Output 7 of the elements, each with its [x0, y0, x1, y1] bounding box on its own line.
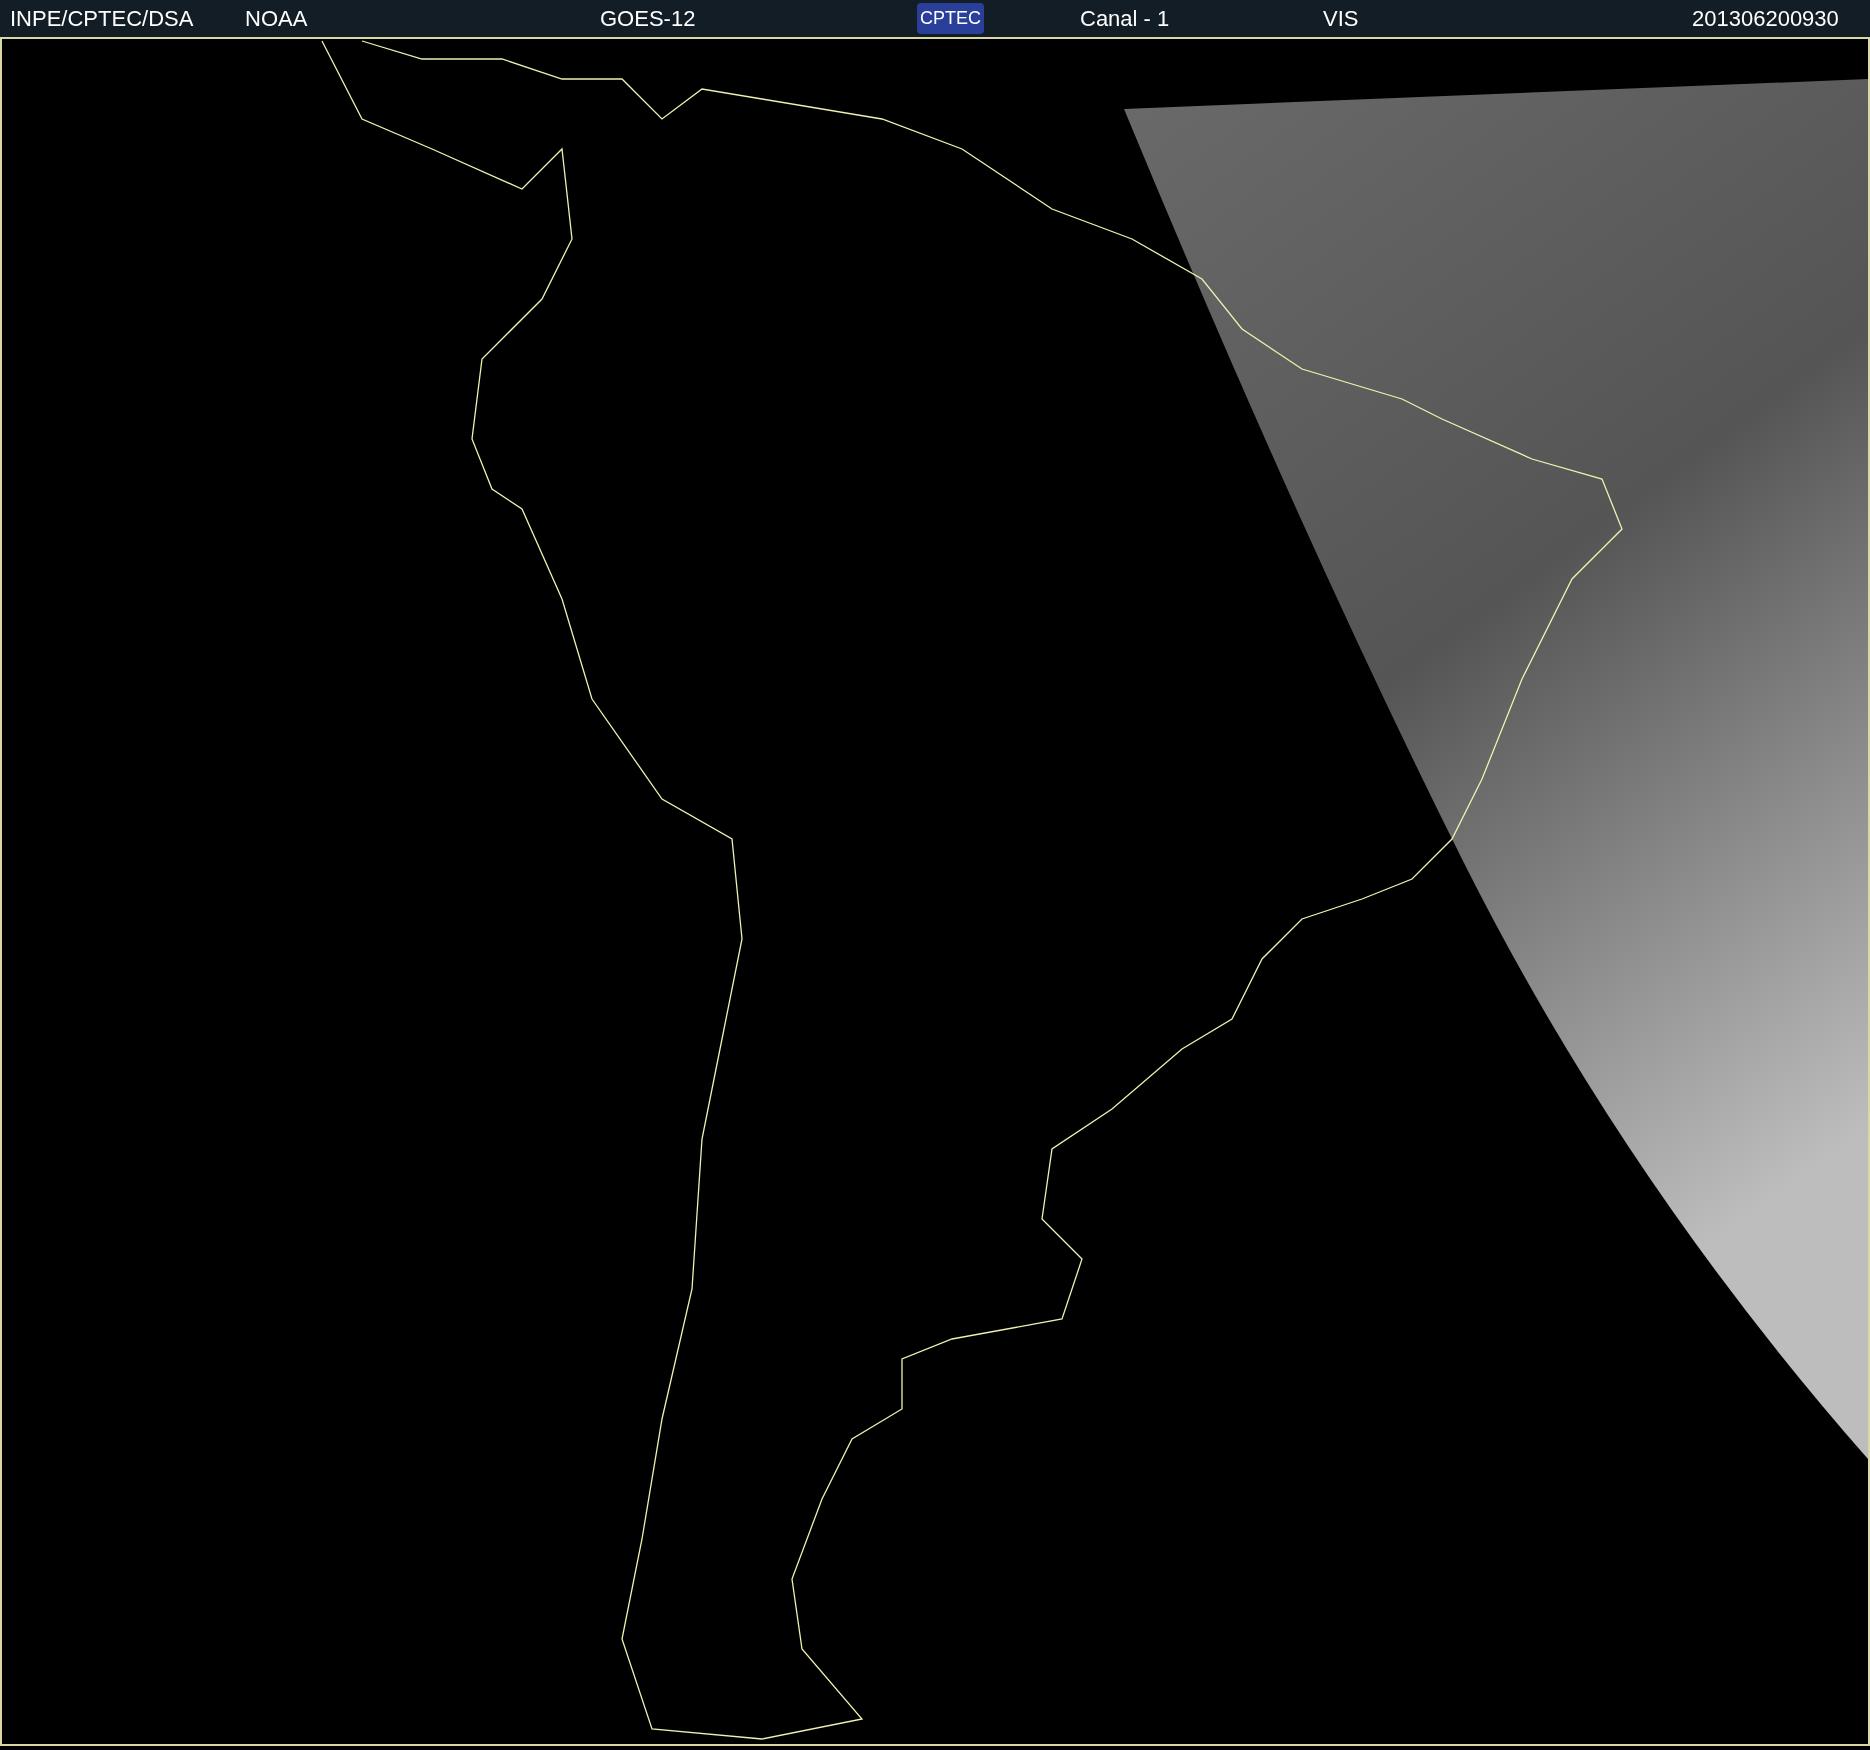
- header-label: Canal - 1: [1080, 5, 1170, 32]
- header-label: INPE/CPTEC/DSA: [10, 5, 194, 32]
- agency-logo: CPTEC: [917, 3, 984, 34]
- header-label: GOES-12: [600, 5, 696, 32]
- header-label: 201306200930: [1692, 5, 1839, 32]
- header-label: VIS: [1323, 5, 1359, 32]
- header-label: NOAA: [245, 5, 308, 32]
